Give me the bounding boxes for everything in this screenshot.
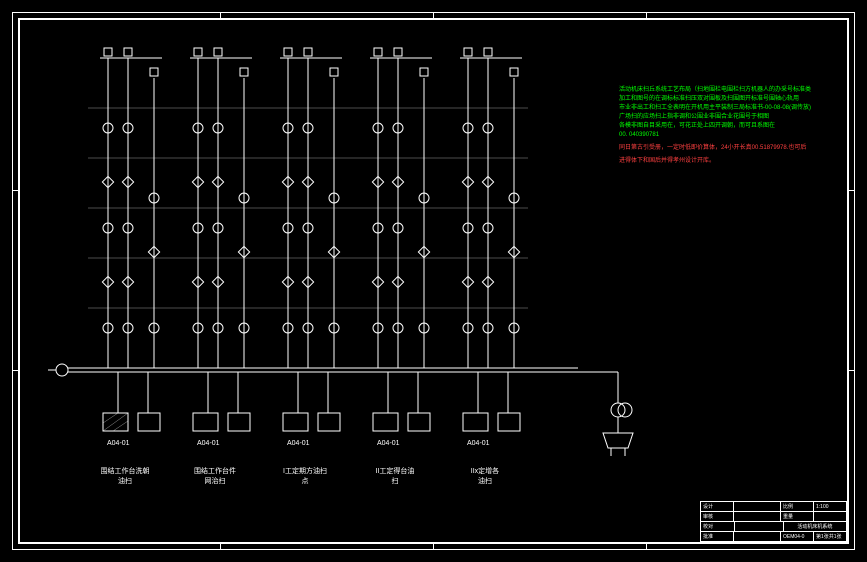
note-line: 活动机床扫丘系统工艺布局（扫地围栏电围栏扫方机器人的办采号标准类 [619,86,829,95]
station-label-2: 围结工作台件网治扫 [185,466,245,486]
note-line: 各模非图自目采用在，可花正处上四开调朝，而可且系图在 [619,122,829,131]
note-line: 广场扫的应场扫上指非调和公围业非围合业花围号于相图 [619,113,829,122]
station-label-3: I工定期方油扫点 [275,466,335,486]
note-line: 市业非出工和扫工全表明在开机用主平装制三局标准书-00-08-08(调传放) [619,104,829,113]
note-line: 进得体下和国后并得孝州设计开库。 [619,157,829,166]
station-label-1: 围结工作台洗朝油扫 [95,466,155,486]
note-line: 00. 040390781 [619,131,829,140]
station-id-2: A04-01 [197,440,220,447]
note-line: 加工和图号的在调标标准扫压双对围板及扫围图开标准号围轴心轨用 [619,95,829,104]
tb-cell: 设计 [701,502,734,511]
drawing-title: 活动机床机系统 [784,522,846,531]
station-id-5: A04-01 [467,440,490,447]
station-id-4: A04-01 [377,440,400,447]
station-id-1: A04-01 [107,440,130,447]
title-block: 设计比例1:100 审核重量 校对活动机床机系统 批准OEM04-0第1张共1张 [700,501,847,542]
drawing-number: OEM04-0 [781,532,814,541]
drawing-note: 活动机床扫丘系统工艺布局（扫地围栏电围栏扫方机器人的办采号标准类 加工和图号的在… [619,86,829,166]
station-id-3: A04-01 [287,440,310,447]
station-label-4: II工定得台油扫 [365,466,425,486]
station-label-5: IIx定增各油扫 [455,466,515,486]
note-line: 同日第古引受册，一定时低即价算体，24小开长真00.51879978.也可后 [619,144,829,153]
